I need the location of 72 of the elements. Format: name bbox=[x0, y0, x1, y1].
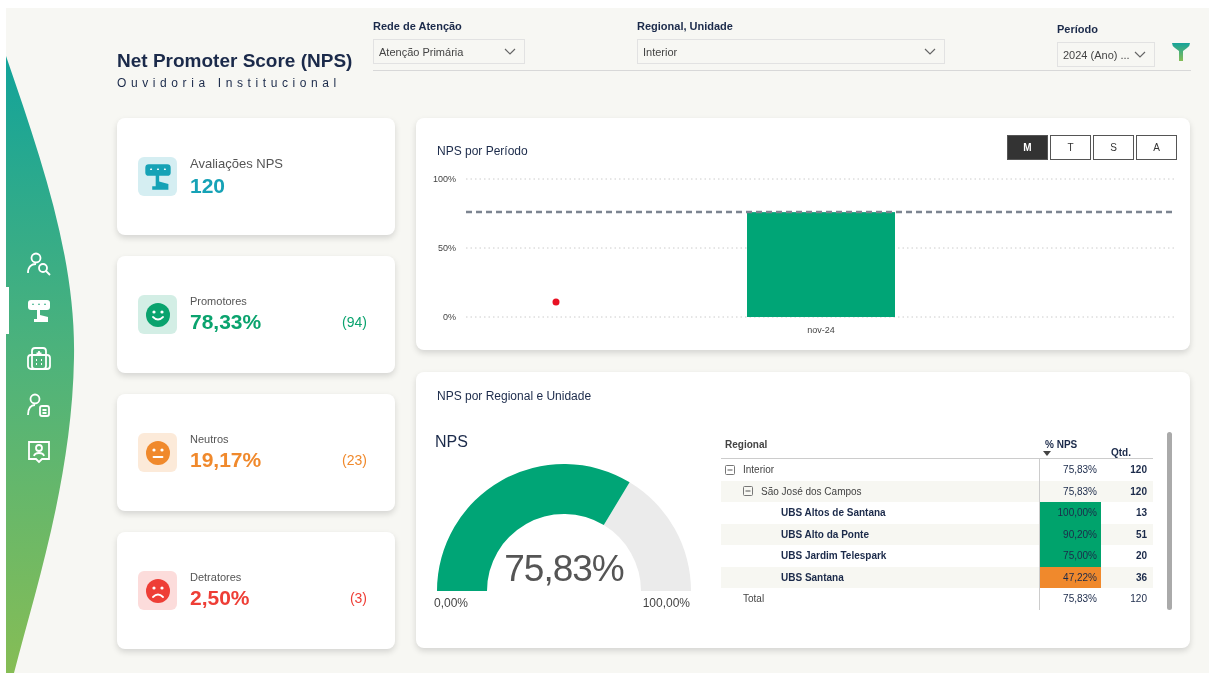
person-document-icon bbox=[25, 391, 52, 418]
row-label: Interior bbox=[743, 464, 775, 476]
panel-title: NPS por Período bbox=[437, 143, 528, 160]
table-cell: 90,20% bbox=[1039, 523, 1101, 545]
period-button[interactable]: M bbox=[1007, 135, 1048, 160]
gauge-value: 75,83% bbox=[504, 548, 624, 590]
kpi-value: 2,50% bbox=[190, 586, 251, 610]
table-cell: 75,00% bbox=[1039, 545, 1101, 567]
table-cell: 75,83% bbox=[1039, 588, 1101, 610]
axis-tick-label: 50% bbox=[438, 243, 456, 253]
scrollbar[interactable] bbox=[1167, 432, 1172, 610]
table-cell-text: 36 bbox=[1134, 570, 1148, 585]
dashboard-title: Net Promoter Score (NPS) bbox=[117, 50, 354, 72]
rating-hand-icon bbox=[25, 297, 52, 324]
kpi-label: Neutros bbox=[190, 433, 230, 445]
column-header[interactable]: Regional bbox=[721, 430, 1039, 458]
table-cell-text: 120 bbox=[1129, 463, 1148, 478]
gauge-title: NPS bbox=[435, 433, 469, 451]
chevron-down-icon bbox=[504, 48, 516, 55]
filter-dropdown[interactable]: Atenção Primária bbox=[373, 39, 525, 64]
row-label: UBS Santana bbox=[781, 571, 844, 583]
table-cell-text: 20 bbox=[1134, 549, 1148, 564]
table-cell-text: 51 bbox=[1134, 527, 1148, 542]
chevron-down-icon bbox=[1134, 51, 1146, 58]
kpi-value: 120 bbox=[190, 173, 227, 198]
panel-title: NPS por Regional e Unidade bbox=[436, 388, 593, 403]
filter-label: Período bbox=[1057, 23, 1099, 35]
kpi-count: (94) bbox=[342, 313, 367, 330]
face-icon bbox=[144, 439, 171, 466]
table-cell: 47,22% bbox=[1039, 566, 1101, 588]
column-header[interactable]: Qtd. bbox=[1101, 430, 1153, 458]
kpi-label: Detratores bbox=[190, 571, 243, 583]
kpi-label: Avaliações NPS bbox=[190, 155, 284, 171]
filter-dropdown[interactable]: Interior bbox=[637, 39, 945, 64]
axis-category-label: nov-24 bbox=[807, 325, 835, 335]
collapse-toggle-icon[interactable] bbox=[743, 486, 753, 497]
table-cell: 75,83% bbox=[1039, 459, 1101, 481]
filter-label: Rede de Atenção bbox=[373, 20, 463, 32]
face-icon bbox=[144, 301, 171, 328]
table-cell-text: 120 bbox=[1129, 484, 1148, 499]
kpi-count: (3) bbox=[349, 589, 367, 606]
kpi-value: 78,33% bbox=[190, 310, 263, 334]
row-label: UBS Altos de Santana bbox=[781, 507, 886, 519]
hospital-icon bbox=[25, 344, 52, 371]
row-label: UBS Alto da Ponte bbox=[781, 528, 869, 540]
person-chat-icon bbox=[25, 438, 52, 465]
row-label: São José dos Campos bbox=[761, 485, 862, 497]
gauge-min-label: 0,00% bbox=[434, 596, 469, 610]
kpi-value: 19,17% bbox=[190, 448, 263, 472]
table-cell: 100,00% bbox=[1039, 502, 1101, 524]
axis-tick-label: 0% bbox=[443, 312, 456, 322]
dashboard-subtitle: Ouvidoria Institucional bbox=[117, 76, 342, 90]
kpi-label: Promotores bbox=[190, 295, 248, 307]
chevron-down-icon bbox=[924, 48, 936, 55]
person-search-icon bbox=[25, 250, 52, 277]
table-cell-text: 13 bbox=[1134, 506, 1148, 521]
kpi-count: (23) bbox=[342, 451, 367, 468]
filter-label: Regional, Unidade bbox=[637, 20, 734, 32]
gauge-max-label: 100,00% bbox=[642, 596, 690, 610]
chart-marker bbox=[552, 298, 560, 306]
filter-icon[interactable] bbox=[1171, 42, 1191, 62]
filter-dropdown[interactable]: 2024 (Ano) ... bbox=[1057, 42, 1155, 67]
column-header[interactable]: % NPS bbox=[1039, 430, 1101, 458]
period-button[interactable]: A bbox=[1136, 135, 1177, 160]
period-button[interactable]: T bbox=[1050, 135, 1091, 160]
table-cell-text: 120 bbox=[1129, 592, 1148, 607]
row-label: Total bbox=[743, 593, 765, 605]
row-label: UBS Jardim Telespark bbox=[781, 550, 887, 562]
face-icon bbox=[144, 577, 171, 604]
period-button[interactable]: S bbox=[1093, 135, 1134, 160]
axis-tick-label: 100% bbox=[432, 174, 456, 184]
collapse-toggle-icon[interactable] bbox=[725, 464, 735, 475]
